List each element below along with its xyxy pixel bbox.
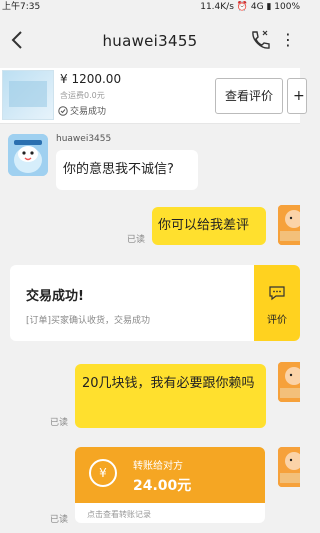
cartoon-avatar-icon bbox=[278, 362, 300, 402]
trade-card-title: 交易成功! bbox=[26, 289, 84, 304]
phone-icon bbox=[252, 30, 270, 49]
read-receipt: 已读 bbox=[50, 515, 69, 525]
sender-name: huawei3455 bbox=[56, 134, 112, 144]
transfer-label: 转账给对方 bbox=[133, 461, 183, 472]
more-icon[interactable]: ⋮ bbox=[280, 30, 296, 49]
trade-card[interactable]: 交易成功! [订单]买家确认收货，交易成功 评价 bbox=[10, 265, 300, 341]
avatar[interactable] bbox=[278, 447, 300, 487]
signal-icon: ▮ bbox=[266, 2, 272, 12]
signal-label: 4G bbox=[250, 2, 264, 12]
trade-card-subtitle: [订单]买家确认收货，交易成功 bbox=[26, 316, 151, 326]
transfer-amount: 24.00元 bbox=[133, 478, 192, 494]
trade-status: 交易成功 bbox=[58, 104, 106, 117]
call-button[interactable] bbox=[248, 28, 272, 52]
status-bar: 上午7:35 11.4K/s ⏰ 4G ▮ 100% bbox=[0, 0, 300, 14]
product-thumbnail[interactable] bbox=[2, 70, 54, 120]
check-circle-icon bbox=[58, 105, 68, 116]
message-text: 你可以给我差评 bbox=[158, 218, 250, 233]
network-speed: 11.4K/s bbox=[200, 2, 234, 12]
read-receipt: 已读 bbox=[50, 418, 69, 428]
cartoon-avatar-icon bbox=[278, 447, 300, 487]
review-action-label: 评价 bbox=[267, 315, 287, 326]
avatar[interactable] bbox=[8, 134, 48, 176]
comment-icon bbox=[269, 286, 285, 301]
transfer-footer: 点击查看转账记录 bbox=[87, 510, 151, 519]
product-price: ¥ 1200.00 bbox=[60, 72, 122, 86]
product-bar[interactable]: ¥ 1200.00 含运费0.0元 交易成功 查看评价 + bbox=[0, 68, 307, 124]
review-action[interactable]: 评价 bbox=[254, 265, 300, 341]
more-actions-button[interactable]: + bbox=[287, 78, 307, 114]
penguin-avatar-icon bbox=[8, 134, 48, 176]
chat-header: huawei3455 ⋮ bbox=[0, 14, 300, 68]
cartoon-avatar-icon bbox=[278, 205, 300, 245]
yuan-coin-icon: ¥ bbox=[89, 459, 117, 487]
product-shipping: 含运费0.0元 bbox=[60, 91, 105, 100]
avatar[interactable] bbox=[278, 362, 300, 402]
avatar[interactable] bbox=[278, 205, 300, 245]
message-text: 你的意思我不诚信? bbox=[63, 162, 174, 177]
status-time: 上午7:35 bbox=[2, 2, 41, 12]
message-text: 20几块钱，我有必要跟你赖吗 bbox=[82, 376, 255, 391]
transfer-card[interactable]: ¥ 转账给对方 24.00元 点击查看转账记录 bbox=[75, 447, 265, 523]
alarm-icon: ⏰ bbox=[236, 2, 248, 12]
view-review-button[interactable]: 查看评价 bbox=[215, 78, 283, 114]
message-bubble[interactable]: 你可以给我差评 bbox=[152, 207, 266, 245]
message-bubble[interactable]: 20几块钱，我有必要跟你赖吗 bbox=[75, 364, 266, 428]
read-receipt: 已读 bbox=[127, 235, 146, 245]
message-bubble[interactable]: 你的意思我不诚信? bbox=[56, 150, 198, 190]
battery-label: 100% bbox=[274, 2, 300, 12]
trade-status-label: 交易成功 bbox=[70, 107, 107, 117]
